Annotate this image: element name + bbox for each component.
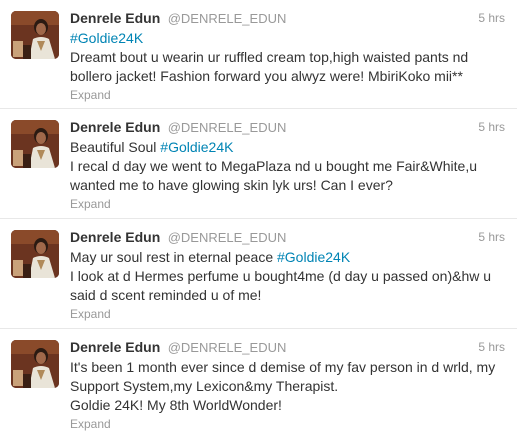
tweet-text-segment: I recal d day we went to MegaPlaza nd u … xyxy=(70,158,477,174)
tweet-timestamp[interactable]: 5 hrs xyxy=(478,338,505,356)
tweet-item[interactable]: Denrele Edun @DENRELE_EDUN 5 hrs May ur … xyxy=(0,219,517,329)
tweet-text-segment: Dreamt bout u wearin ur ruffled cream to… xyxy=(70,49,469,65)
expand-link[interactable]: Expand xyxy=(70,197,111,211)
author-username[interactable]: @DENRELE_EDUN xyxy=(168,340,287,355)
tweet-text-segment: Beautiful Soul xyxy=(70,139,161,155)
author-username[interactable]: @DENRELE_EDUN xyxy=(168,230,287,245)
tweet-text-segment: Support System,my Lexicon&my Therapist. xyxy=(70,378,339,394)
tweet-text: Beautiful Soul #Goldie24K I recal d day … xyxy=(70,138,509,195)
tweet-timestamp[interactable]: 5 hrs xyxy=(478,9,505,27)
tweet-text-line: Beautiful Soul #Goldie24K xyxy=(70,138,509,157)
avatar[interactable] xyxy=(11,11,59,59)
tweet-text: May ur soul rest in eternal peace #Goldi… xyxy=(70,248,509,305)
tweet-text-line: May ur soul rest in eternal peace #Goldi… xyxy=(70,248,509,267)
author-fullname[interactable]: Denrele Edun xyxy=(70,119,160,135)
tweet-text-segment: It's been 1 month ever since d demise of… xyxy=(70,359,496,375)
tweet-item[interactable]: Denrele Edun @DENRELE_EDUN 5 hrs Beautif… xyxy=(0,109,517,219)
author-fullname[interactable]: Denrele Edun xyxy=(70,339,160,355)
tweet-text-line: Goldie 24K! My 8th WorldWonder! xyxy=(70,396,509,415)
tweet-text-line: #Goldie24K xyxy=(70,29,509,48)
tweet-timestamp[interactable]: 5 hrs xyxy=(478,228,505,246)
hashtag-link[interactable]: #Goldie24K xyxy=(277,249,350,265)
tweet-header: Denrele Edun @DENRELE_EDUN 5 hrs xyxy=(70,338,509,356)
tweet-text-segment: bollero jacket! Fashion forward you alwy… xyxy=(70,68,463,84)
expand-link[interactable]: Expand xyxy=(70,417,111,431)
avatar[interactable] xyxy=(11,230,59,278)
tweet-item[interactable]: Denrele Edun @DENRELE_EDUN 5 hrs #Goldie… xyxy=(0,0,517,109)
tweet-header: Denrele Edun @DENRELE_EDUN 5 hrs xyxy=(70,118,509,136)
tweet-text-line: Dreamt bout u wearin ur ruffled cream to… xyxy=(70,48,509,67)
tweet-text-line: I recal d day we went to MegaPlaza nd u … xyxy=(70,157,509,176)
tweet-text-segment: May ur soul rest in eternal peace xyxy=(70,249,277,265)
expand-link[interactable]: Expand xyxy=(70,88,111,102)
tweet-timestamp[interactable]: 5 hrs xyxy=(478,118,505,136)
tweet-content: Denrele Edun @DENRELE_EDUN 5 hrs It's be… xyxy=(70,338,509,433)
avatar-image xyxy=(11,120,59,168)
tweet-text-line: said d scent reminded u of me! xyxy=(70,286,509,305)
tweet-text-line: wanted me to have glowing skin lyk urs! … xyxy=(70,176,509,195)
author-fullname[interactable]: Denrele Edun xyxy=(70,10,160,26)
tweet-text: #Goldie24K Dreamt bout u wearin ur ruffl… xyxy=(70,29,509,86)
tweet-header: Denrele Edun @DENRELE_EDUN 5 hrs xyxy=(70,228,509,246)
avatar-image xyxy=(11,11,59,59)
tweet-text-segment: I look at d Hermes perfume u bought4me (… xyxy=(70,268,492,284)
tweet-content: Denrele Edun @DENRELE_EDUN 5 hrs May ur … xyxy=(70,228,509,323)
tweet-timeline: Denrele Edun @DENRELE_EDUN 5 hrs #Goldie… xyxy=(0,0,517,436)
avatar-image xyxy=(11,340,59,388)
hashtag-link[interactable]: #Goldie24K xyxy=(160,139,233,155)
tweet-text-line: It's been 1 month ever since d demise of… xyxy=(70,358,509,377)
tweet-content: Denrele Edun @DENRELE_EDUN 5 hrs Beautif… xyxy=(70,118,509,213)
tweet-text-line: I look at d Hermes perfume u bought4me (… xyxy=(70,267,509,286)
tweet-item[interactable]: Denrele Edun @DENRELE_EDUN 5 hrs It's be… xyxy=(0,329,517,436)
tweet-text-line: Support System,my Lexicon&my Therapist. xyxy=(70,377,509,396)
avatar[interactable] xyxy=(11,340,59,388)
tweet-header: Denrele Edun @DENRELE_EDUN 5 hrs xyxy=(70,9,509,27)
author-username[interactable]: @DENRELE_EDUN xyxy=(168,120,287,135)
tweet-text-line: bollero jacket! Fashion forward you alwy… xyxy=(70,67,509,86)
tweet-content: Denrele Edun @DENRELE_EDUN 5 hrs #Goldie… xyxy=(70,9,509,104)
hashtag-link[interactable]: #Goldie24K xyxy=(70,30,143,46)
avatar[interactable] xyxy=(11,120,59,168)
expand-link[interactable]: Expand xyxy=(70,307,111,321)
avatar-image xyxy=(11,230,59,278)
tweet-text-segment: Goldie 24K! My 8th WorldWonder! xyxy=(70,397,282,413)
author-fullname[interactable]: Denrele Edun xyxy=(70,229,160,245)
tweet-text-segment: said d scent reminded u of me! xyxy=(70,287,262,303)
tweet-text-segment: wanted me to have glowing skin lyk urs! … xyxy=(70,177,393,193)
author-username[interactable]: @DENRELE_EDUN xyxy=(168,11,287,26)
tweet-text: It's been 1 month ever since d demise of… xyxy=(70,358,509,415)
